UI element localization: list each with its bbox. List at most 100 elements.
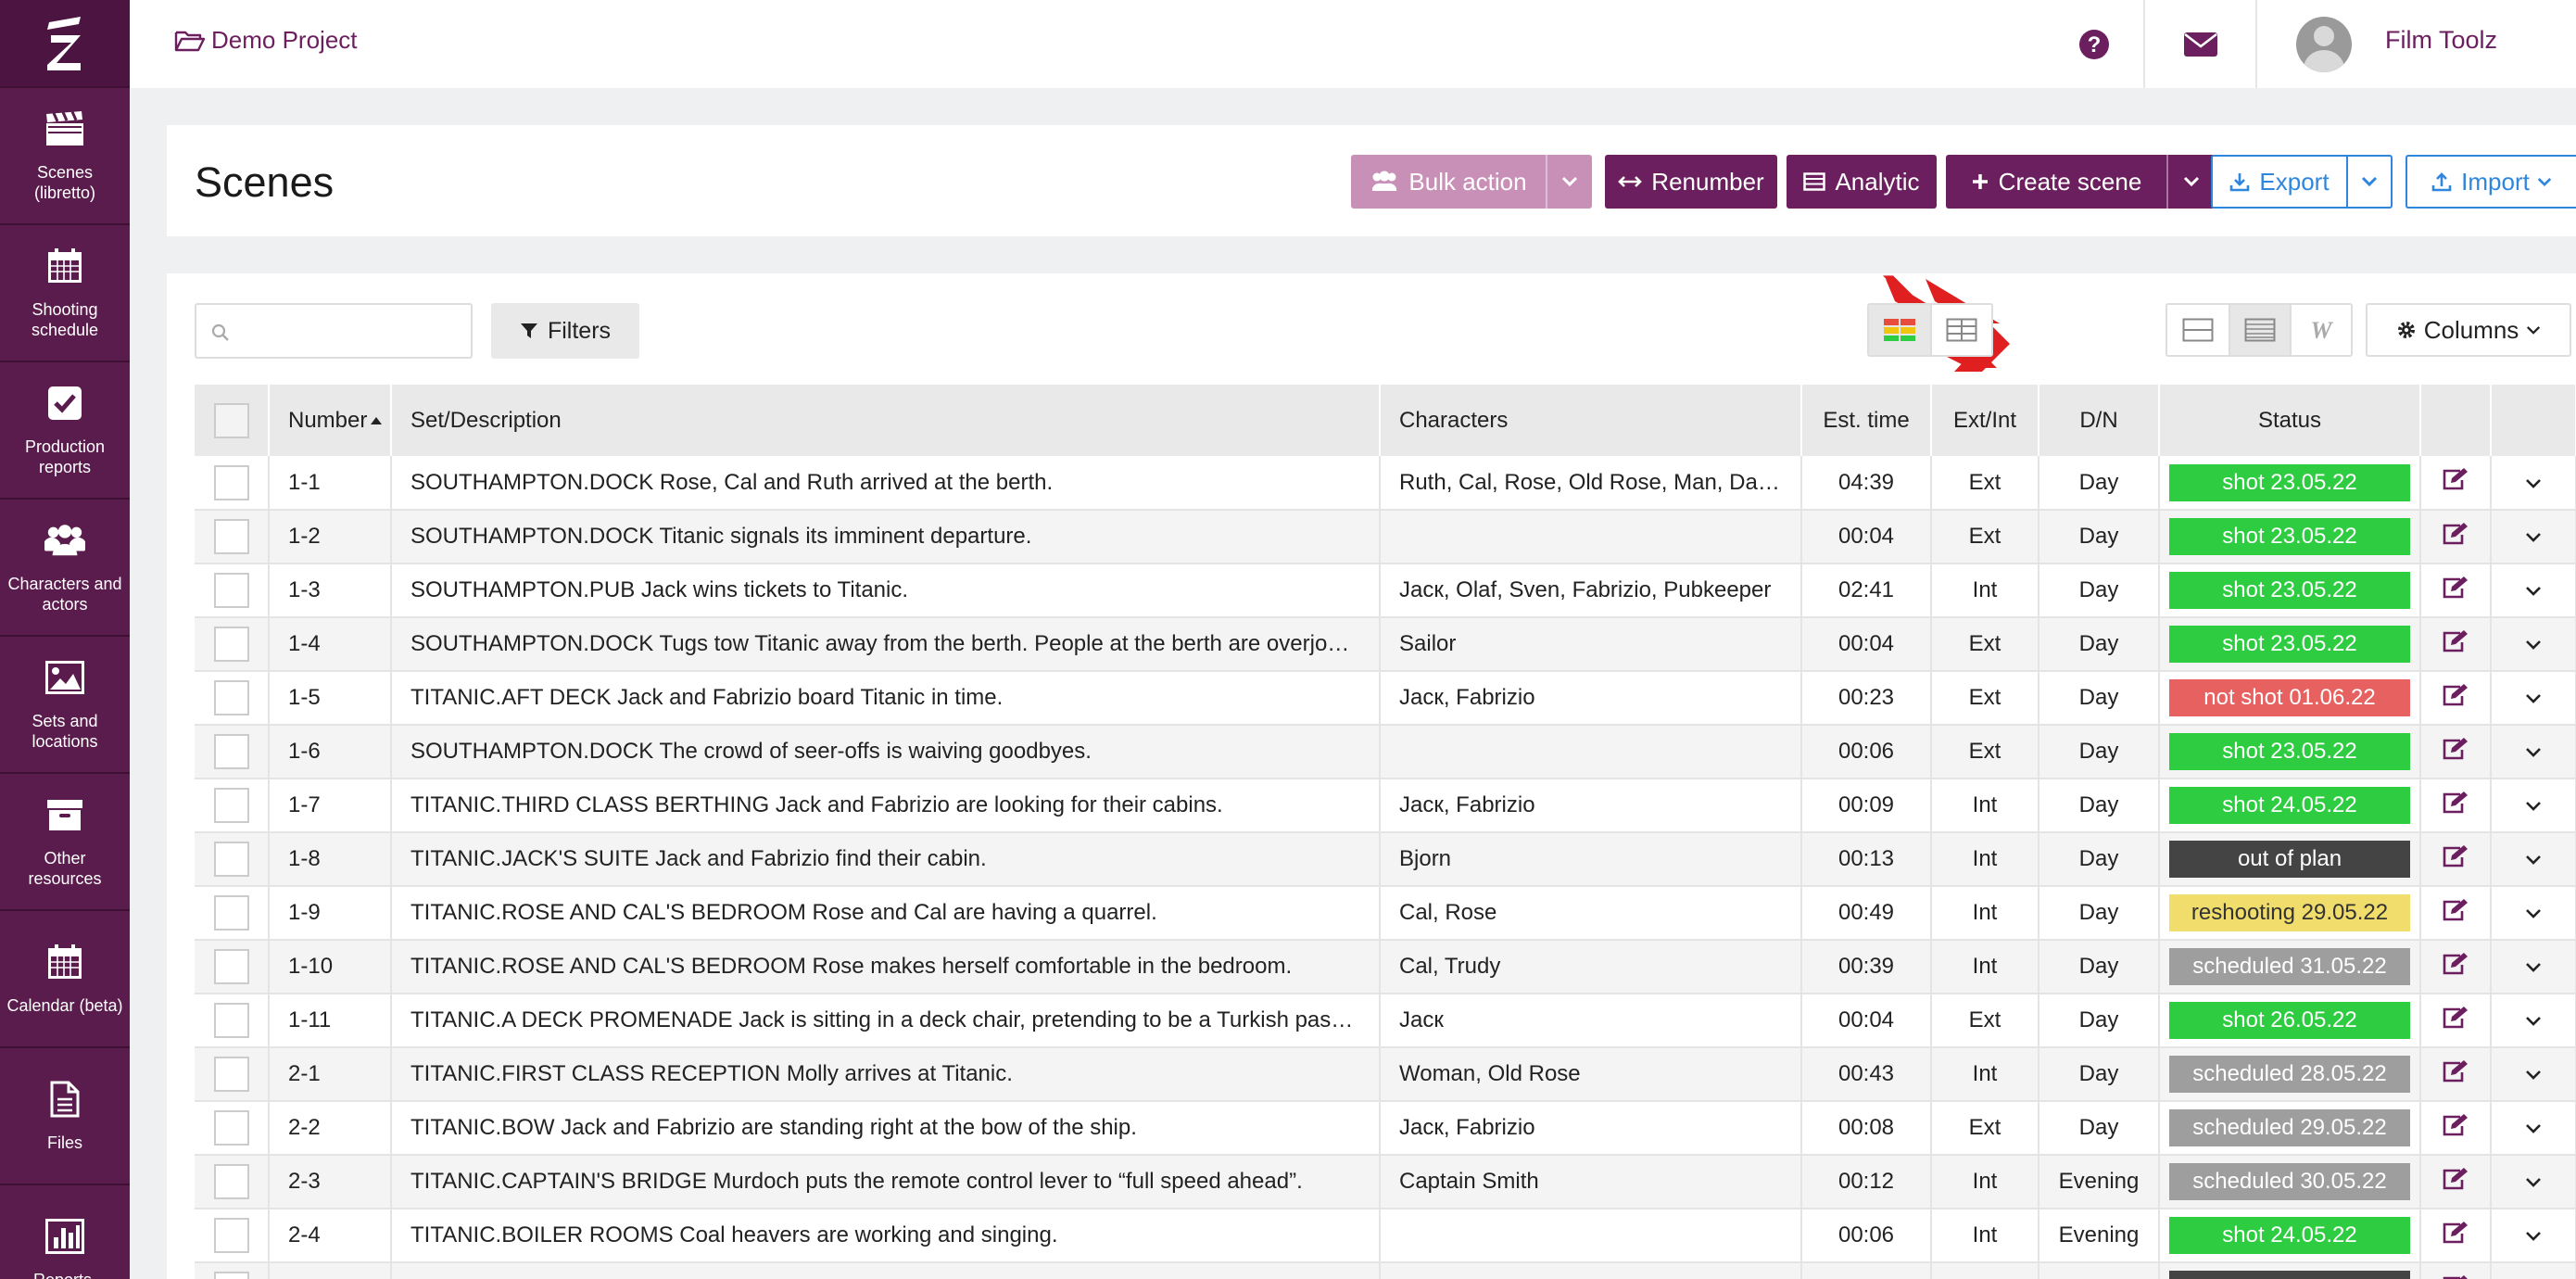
filters-button[interactable]: Filters: [491, 303, 639, 359]
sidebar-item-7[interactable]: Calendar (beta): [0, 911, 130, 1048]
chevron-down-icon[interactable]: [2525, 1016, 2542, 1027]
table-row[interactable]: 1-3 SOUTHAMPTON.PUB Jack wins tickets to …: [195, 564, 2576, 618]
create-scene-button[interactable]: Create scene: [1946, 155, 2166, 209]
table-row[interactable]: [195, 1262, 2576, 1279]
chevron-down-icon[interactable]: [2525, 747, 2542, 758]
edit-icon[interactable]: [2442, 898, 2469, 922]
status-badge[interactable]: shot 23.05.22: [2169, 463, 2410, 501]
app-logo[interactable]: [0, 0, 130, 88]
status-badge[interactable]: shot 23.05.22: [2169, 626, 2410, 663]
header-status[interactable]: Status: [2159, 385, 2421, 456]
table-row[interactable]: 1-4 SOUTHAMPTON.DOCK Tugs tow Titanic awa…: [195, 617, 2576, 672]
user-avatar[interactable]: [2293, 0, 2355, 88]
header-characters[interactable]: Characters: [1380, 385, 1802, 456]
table-row[interactable]: 2-3 TITANIC.CAPTAIN'S BRIDGE Murdoch puts…: [195, 1155, 2576, 1209]
renumber-button[interactable]: Renumber: [1605, 155, 1777, 209]
status-badge[interactable]: scheduled 29.05.22: [2169, 1109, 2410, 1146]
edit-icon[interactable]: [2442, 1113, 2469, 1137]
edit-icon[interactable]: [2442, 467, 2469, 491]
status-badge[interactable]: shot 23.05.22: [2169, 733, 2410, 770]
table-row[interactable]: 1-10 TITANIC.ROSE AND CAL'S BEDROOM Rose …: [195, 940, 2576, 994]
edit-icon[interactable]: [2442, 1274, 2469, 1279]
colored-rows-view-button[interactable]: [1869, 305, 1930, 355]
table-row[interactable]: 1-6 SOUTHAMPTON.DOCK The crowd of seer-of…: [195, 725, 2576, 779]
chevron-down-icon[interactable]: [2525, 801, 2542, 812]
header-number[interactable]: Number: [269, 385, 392, 456]
sidebar-item-8[interactable]: Files: [0, 1048, 130, 1185]
header-ext-int[interactable]: Ext/Int: [1931, 385, 2039, 456]
chevron-down-icon[interactable]: [2525, 1231, 2542, 1242]
row-checkbox[interactable]: [213, 842, 249, 877]
plain-grid-view-button[interactable]: [1930, 305, 1991, 355]
create-scene-dropdown[interactable]: [2166, 155, 2215, 209]
chevron-down-icon[interactable]: [2525, 478, 2542, 489]
chevron-down-icon[interactable]: [2525, 693, 2542, 704]
table-row[interactable]: 1-1 SOUTHAMPTON.DOCK Rose, Cal and Ruth a…: [195, 456, 2576, 511]
status-badge[interactable]: [2169, 1271, 2410, 1279]
search-input[interactable]: [237, 312, 460, 349]
edit-icon[interactable]: [2442, 576, 2469, 600]
help-button[interactable]: ?: [2048, 0, 2140, 88]
status-badge[interactable]: scheduled 30.05.22: [2169, 1163, 2410, 1200]
compact-rows-button[interactable]: [2167, 305, 2229, 355]
status-badge[interactable]: out of plan: [2169, 841, 2410, 878]
row-checkbox[interactable]: [213, 1003, 249, 1038]
status-badge[interactable]: reshooting 29.05.22: [2169, 894, 2410, 931]
messages-button[interactable]: [2146, 0, 2255, 88]
sidebar-item-4[interactable]: Characters and actors: [0, 500, 130, 637]
status-badge[interactable]: shot 23.05.22: [2169, 572, 2410, 609]
header-set-description[interactable]: Set/Description: [391, 385, 1381, 456]
table-row[interactable]: 1-11 TITANIC.A DECK PROMENADE Jack is sit…: [195, 994, 2576, 1048]
status-badge[interactable]: scheduled 31.05.22: [2169, 948, 2410, 985]
chevron-down-icon[interactable]: [2525, 640, 2542, 651]
header-est-time[interactable]: Est. time: [1801, 385, 1932, 456]
edit-icon[interactable]: [2442, 522, 2469, 546]
analytic-button[interactable]: Analytic: [1787, 155, 1937, 209]
edit-icon[interactable]: [2442, 737, 2469, 761]
edit-icon[interactable]: [2442, 1006, 2469, 1030]
row-checkbox[interactable]: [213, 519, 249, 554]
search-field[interactable]: [195, 303, 473, 359]
table-row[interactable]: 2-1 TITANIC.FIRST CLASS RECEPTION Molly a…: [195, 1047, 2576, 1102]
table-row[interactable]: 1-9 TITANIC.ROSE AND CAL'S BEDROOM Rose a…: [195, 886, 2576, 941]
row-checkbox[interactable]: [213, 627, 249, 662]
status-badge[interactable]: scheduled 28.05.22: [2169, 1056, 2410, 1093]
table-row[interactable]: 1-5 TITANIC.AFT DECK Jack and Fabrizio bo…: [195, 671, 2576, 726]
status-badge[interactable]: shot 24.05.22: [2169, 787, 2410, 824]
row-checkbox[interactable]: [213, 788, 249, 823]
row-checkbox[interactable]: [213, 895, 249, 931]
bulk-action-button[interactable]: Bulk action: [1351, 155, 1546, 209]
edit-icon[interactable]: [2442, 1221, 2469, 1245]
status-badge[interactable]: not shot 01.06.22: [2169, 679, 2410, 716]
chevron-down-icon[interactable]: [2525, 1177, 2542, 1188]
chevron-down-icon[interactable]: [2525, 1123, 2542, 1134]
import-button[interactable]: Import: [2406, 155, 2576, 209]
table-row[interactable]: 1-8 TITANIC.JACK'S SUITE Jack and Fabrizi…: [195, 832, 2576, 887]
chevron-down-icon[interactable]: [2525, 962, 2542, 973]
row-checkbox[interactable]: [213, 734, 249, 769]
table-row[interactable]: 2-4 TITANIC.BOILER ROOMS Coal heavers are…: [195, 1209, 2576, 1263]
edit-icon[interactable]: [2442, 791, 2469, 815]
sidebar-item-5[interactable]: Sets and locations: [0, 637, 130, 774]
dense-rows-button[interactable]: [2229, 305, 2290, 355]
export-dropdown[interactable]: [2346, 155, 2393, 209]
columns-button[interactable]: Columns: [2366, 303, 2571, 357]
edit-icon[interactable]: [2442, 1167, 2469, 1191]
edit-icon[interactable]: [2442, 1059, 2469, 1083]
table-row[interactable]: 2-2 TITANIC.BOW Jack and Fabrizio are sta…: [195, 1101, 2576, 1156]
row-checkbox[interactable]: [213, 1164, 249, 1199]
chevron-down-icon[interactable]: [2525, 855, 2542, 866]
user-name[interactable]: Film Toolz: [2385, 26, 2497, 55]
chevron-down-icon[interactable]: [2525, 1070, 2542, 1081]
row-checkbox[interactable]: [213, 1272, 249, 1279]
status-badge[interactable]: shot 23.05.22: [2169, 518, 2410, 555]
edit-icon[interactable]: [2442, 683, 2469, 707]
header-dn[interactable]: D/N: [2039, 385, 2160, 456]
status-badge[interactable]: shot 24.05.22: [2169, 1217, 2410, 1254]
edit-icon[interactable]: [2442, 844, 2469, 868]
row-checkbox[interactable]: [213, 680, 249, 715]
sidebar-item-3[interactable]: Production reports: [0, 362, 130, 500]
table-row[interactable]: 1-2 SOUTHAMPTON.DOCK Titanic signals its …: [195, 510, 2576, 564]
row-checkbox[interactable]: [213, 949, 249, 984]
row-checkbox[interactable]: [213, 1218, 249, 1253]
